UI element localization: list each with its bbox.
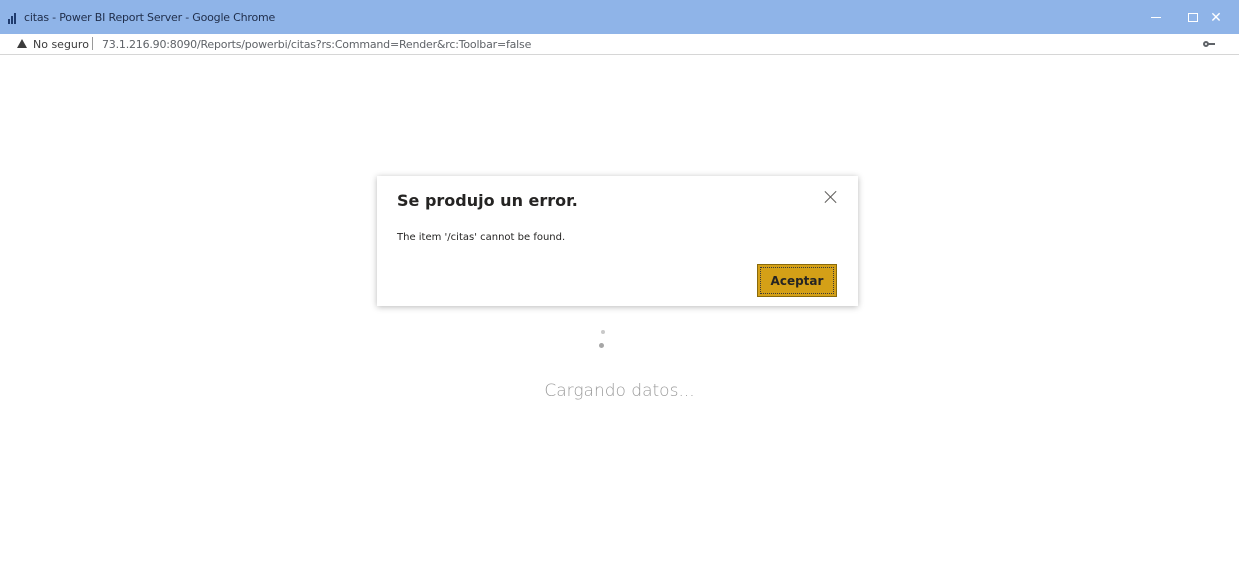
key-icon[interactable] [1203, 40, 1215, 48]
window-title: citas - Power BI Report Server - Google … [24, 11, 276, 24]
security-indicator[interactable]: No seguro [33, 38, 89, 51]
power-bi-icon [8, 12, 20, 24]
loading-text: Cargando datos... [544, 381, 695, 401]
close-icon: ✕ [1210, 8, 1222, 25]
loading-spinner-icon [597, 330, 607, 350]
address-bar[interactable]: No seguro 73.1.216.90:8090/Reports/power… [0, 34, 1239, 55]
maximize-icon [1188, 12, 1198, 22]
dialog-title: Se produjo un error. [397, 191, 578, 210]
warning-triangle-icon[interactable] [17, 39, 27, 48]
url-field[interactable]: 73.1.216.90:8090/Reports/powerbi/citas?r… [102, 38, 531, 51]
chrome-title-bar: citas - Power BI Report Server - Google … [0, 0, 1239, 34]
close-icon[interactable] [823, 189, 839, 205]
close-window-button[interactable]: ✕ [1203, 7, 1229, 27]
accept-button[interactable]: Aceptar [757, 264, 837, 297]
minimize-icon [1151, 16, 1161, 18]
error-dialog: Se produjo un error. The item '/citas' c… [377, 176, 858, 306]
address-separator [92, 37, 93, 50]
report-page: Se produjo un error. The item '/citas' c… [0, 56, 1239, 578]
error-message: The item '/citas' cannot be found. [397, 232, 566, 243]
minimize-button[interactable] [1143, 7, 1169, 27]
